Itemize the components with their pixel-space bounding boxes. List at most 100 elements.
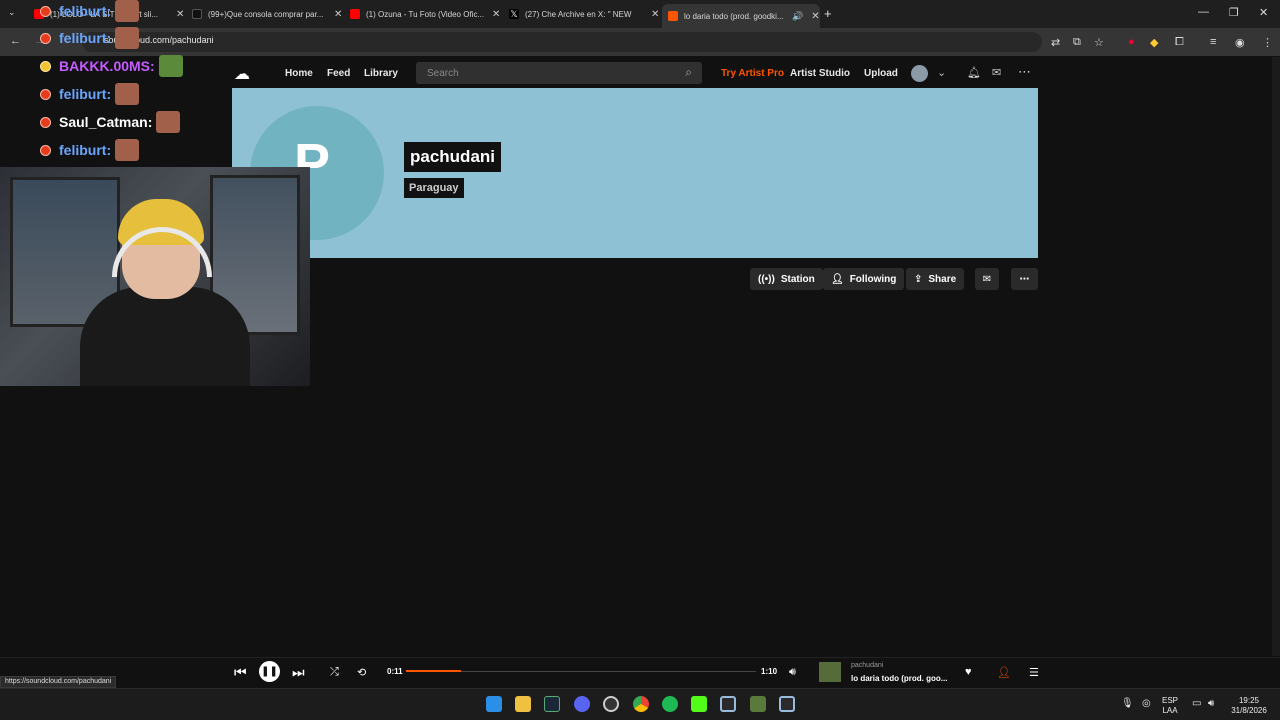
pause-button[interactable]: ❚❚ [259, 661, 280, 682]
user-avatar[interactable] [911, 65, 928, 82]
previous-track-icon[interactable]: ⏮ [234, 664, 247, 681]
close-icon[interactable]: ✕ [492, 9, 500, 20]
extension-icon[interactable]: ◆ [1150, 36, 1158, 49]
browser-tab-2[interactable]: (99+)Que consola comprar par... ✕ [192, 4, 342, 24]
player-bar [0, 657, 1280, 688]
chat-message: feliburt: [40, 0, 140, 22]
emote-icon [115, 83, 140, 105]
close-icon[interactable]: ✕ [176, 9, 184, 20]
kick-icon[interactable] [691, 696, 707, 712]
browser-tab-strip: ⌄ (1) LOLO - LA SITUA... (ft sli... ✕ (9… [0, 0, 1280, 28]
app-icon[interactable] [720, 696, 736, 712]
network-icon[interactable]: ◎ [1142, 699, 1151, 709]
chat-badge-icon [40, 116, 51, 128]
search-icon[interactable]: ⌕ [685, 65, 692, 80]
media-control-icon[interactable]: ≡ [1210, 36, 1216, 48]
profile-banner: P pachudani Paraguay [232, 88, 1038, 258]
chat-message: BAKKK.00MS: [40, 55, 183, 77]
close-icon[interactable]: ✕ [334, 9, 342, 20]
nav-library[interactable]: Library [364, 68, 398, 79]
tiktok-icon [192, 9, 202, 19]
app-icon[interactable] [603, 696, 619, 712]
speaker-icon[interactable]: 🔊 [792, 11, 803, 22]
translate-icon[interactable]: ⇄ [1051, 36, 1060, 49]
track-title[interactable]: lo daria todo (prod. goo... [851, 674, 947, 683]
browser-tab-4[interactable]: 𝕏 (27) Che Archive en X: " NEW ✕ [509, 4, 659, 24]
close-icon[interactable]: ✕ [651, 9, 659, 20]
try-artist-pro-link[interactable]: Try Artist Pro [721, 68, 784, 79]
share-icon: ⇪ [914, 273, 923, 285]
windows-start-icon[interactable] [486, 696, 502, 712]
x-icon: 𝕏 [509, 9, 519, 19]
chat-message: feliburt: [40, 83, 140, 105]
chat-badge-icon [40, 5, 51, 17]
minecraft-icon[interactable] [750, 696, 766, 712]
new-tab-button[interactable]: + [824, 6, 832, 21]
extension-icon[interactable]: ● [1128, 36, 1135, 48]
track-artwork[interactable] [819, 662, 841, 682]
shuffle-icon[interactable]: ⤮ [330, 666, 339, 679]
steam-icon[interactable] [544, 696, 560, 712]
upload-link[interactable]: Upload [864, 68, 898, 79]
next-track-icon[interactable]: ⏭ [292, 664, 305, 681]
chrome-icon[interactable] [633, 696, 649, 712]
page-scrollbar[interactable] [1272, 57, 1280, 656]
notifications-bell-icon[interactable]: 🔔︎ [967, 66, 981, 79]
queue-icon[interactable]: ☰ [1029, 666, 1039, 679]
follow-user-icon[interactable]: 👤︎ [997, 666, 1011, 679]
app-icon[interactable] [779, 696, 795, 712]
bookmark-star-icon[interactable]: ☆ [1094, 36, 1104, 49]
discord-icon[interactable] [574, 696, 590, 712]
chat-badge-icon [40, 88, 51, 100]
message-button[interactable]: ✉ [975, 268, 999, 290]
install-icon[interactable]: ⧉ [1073, 36, 1081, 49]
artist-studio-link[interactable]: Artist Studio [790, 68, 850, 79]
soundcloud-icon [668, 11, 678, 21]
elapsed-time: 0:11 [387, 667, 403, 676]
address-bar[interactable] [82, 32, 1042, 52]
volume-icon[interactable]: 🔊︎ [789, 666, 796, 679]
like-heart-icon[interactable]: ♥ [965, 666, 972, 678]
clock[interactable]: 19:25 31/8/2026 [1228, 696, 1270, 716]
volume-tray-icon[interactable]: 🔊︎ [1208, 699, 1214, 709]
share-button[interactable]: ⇪ Share [906, 268, 965, 290]
nav-feed[interactable]: Feed [327, 68, 350, 79]
following-button[interactable]: 👤︎ Following [823, 268, 905, 290]
language-indicator[interactable]: ESP LAA [1162, 696, 1178, 716]
minimize-icon[interactable]: — [1198, 6, 1209, 18]
nav-home[interactable]: Home [285, 68, 313, 79]
search-input[interactable]: Search ⌕ [416, 62, 702, 84]
tab-search-icon[interactable]: ⌄ [8, 7, 16, 18]
link-status-url: https://soundcloud.com/pachudani [0, 676, 117, 688]
chat-badge-icon [40, 60, 51, 72]
extensions-puzzle-icon[interactable]: ⧠ [1175, 36, 1184, 49]
soundcloud-logo-icon[interactable]: ☁ [234, 64, 250, 84]
menu-kebab-icon[interactable]: ⋮ [1262, 36, 1273, 49]
back-icon[interactable]: ← [10, 35, 21, 47]
profile-icon[interactable]: ◉ [1235, 36, 1245, 49]
webcam-feed [0, 167, 310, 386]
file-explorer-icon[interactable] [515, 696, 531, 712]
more-button[interactable]: ⋯ [1011, 268, 1038, 290]
display-icon[interactable]: ▭ [1192, 699, 1201, 709]
duration-time: 1:10 [761, 667, 778, 676]
chevron-down-icon[interactable]: ⌄ [937, 66, 946, 79]
spotify-icon[interactable] [662, 696, 678, 712]
track-artist[interactable]: pachudani [851, 662, 883, 669]
browser-tab-5-active[interactable]: lo daria todo (prod. goodki... 🔊 ✕ [662, 4, 820, 28]
microphone-icon[interactable]: 🎙︎ [1121, 699, 1134, 709]
repeat-icon[interactable]: ⟲ [357, 666, 366, 679]
station-button[interactable]: ((•)) Station [750, 268, 823, 290]
restore-icon[interactable]: ❐ [1229, 6, 1239, 19]
close-icon[interactable]: ✕ [811, 11, 819, 22]
window-close-icon[interactable]: ✕ [1259, 6, 1268, 19]
emote-icon [115, 27, 140, 49]
station-icon: ((•)) [758, 273, 775, 285]
emote-icon [115, 0, 140, 22]
emote-icon [158, 55, 183, 77]
more-options-icon[interactable]: ⋯ [1018, 64, 1031, 80]
browser-tab-3[interactable]: (1) Ozuna - Tu Foto (Video Ofic... ✕ [350, 4, 500, 24]
emote-icon [156, 111, 181, 133]
emote-icon [115, 139, 140, 161]
messages-icon[interactable]: ✉ [992, 66, 1001, 79]
